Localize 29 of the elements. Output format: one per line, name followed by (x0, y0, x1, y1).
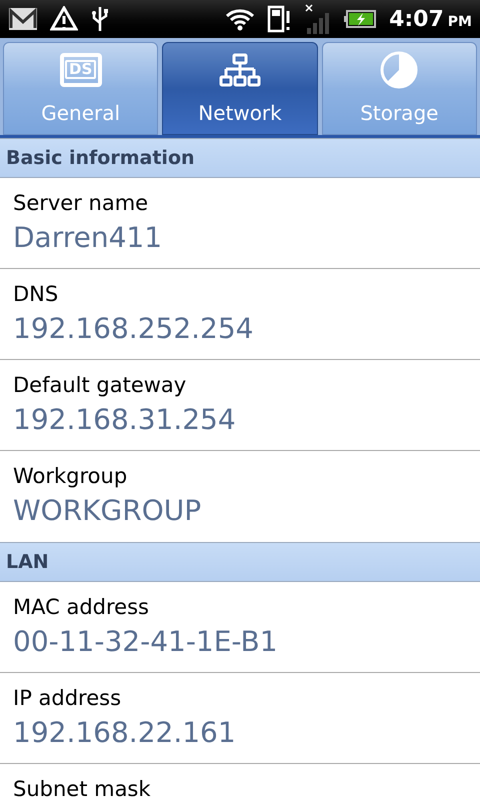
clock-period: PM (448, 12, 472, 32)
mail-icon (8, 7, 38, 31)
pie-chart-icon (379, 50, 420, 90)
field-value: 192.168.31.254 (13, 402, 237, 438)
field-value: WORKGROUP (13, 493, 202, 529)
field-label: Workgroup (13, 463, 128, 490)
field-label: DNS (13, 281, 60, 308)
network-icon (218, 52, 261, 86)
field-label: MAC address (13, 594, 150, 621)
wifi-icon (225, 7, 256, 31)
tab[interactable]: DS General (3, 42, 158, 135)
battery-charging-icon (343, 9, 378, 29)
field-value: 00-11-32-41-1E-B1 (13, 624, 279, 660)
section-title: Basic information (6, 146, 195, 171)
tab[interactable]: Storage (322, 42, 477, 135)
clock-time: 4:07 (389, 6, 444, 34)
field-label: Default gateway (13, 372, 188, 399)
section-title: LAN (6, 550, 49, 575)
signal-icon (305, 4, 332, 34)
usb-icon (90, 5, 110, 33)
field-value: 192.168.252.254 (13, 311, 254, 347)
warning-icon (50, 6, 78, 32)
field-value: 192.168.22.161 (13, 715, 237, 751)
field-value: Darren411 (13, 220, 164, 256)
field-label: Server name (13, 190, 150, 217)
logo-text: DS (65, 60, 96, 79)
field-label: IP address (13, 685, 122, 712)
field-label: Subnet mask (13, 776, 152, 800)
tab[interactable]: Network (162, 42, 318, 135)
